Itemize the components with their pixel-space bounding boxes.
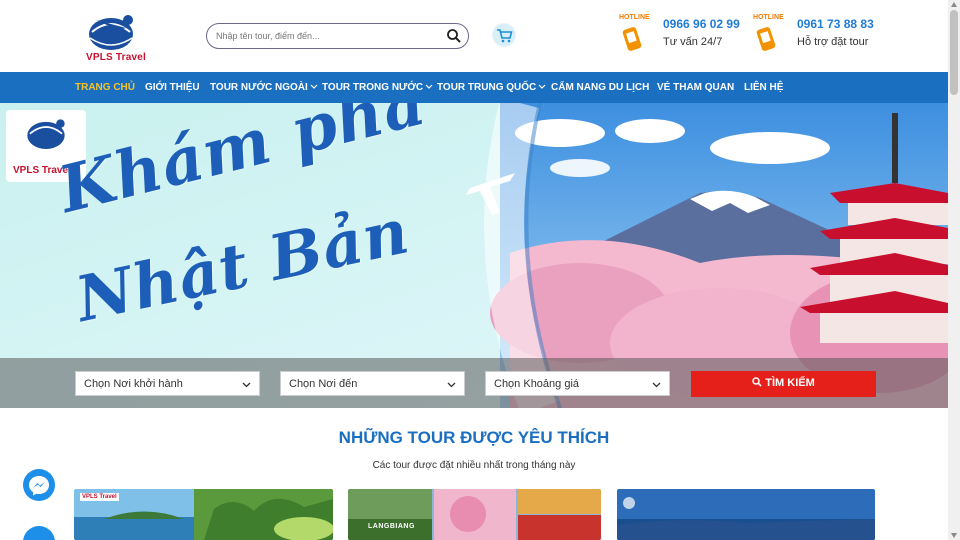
destination-select[interactable]: Chọn Nơi đến bbox=[280, 371, 465, 396]
section-subtitle: Các tour được đặt nhiều nhất trong tháng… bbox=[372, 460, 576, 471]
chat-button[interactable] bbox=[23, 526, 55, 540]
departure-select[interactable]: Chọn Nơi khởi hành bbox=[75, 371, 260, 396]
hotline-desc: Tư vấn 24/7 bbox=[663, 36, 723, 48]
main-nav: TRANG CHỦ GIỚI THIỆU TOUR NƯỚC NGOÀI TOU… bbox=[0, 72, 948, 103]
nav-label: TOUR TRONG NƯỚC bbox=[322, 82, 424, 93]
search-tour-button-label: TÌM KIẾM bbox=[765, 377, 815, 389]
scroll-down-icon[interactable] bbox=[951, 533, 957, 538]
nav-label: GIỚI THIỆU bbox=[145, 82, 200, 93]
search-box bbox=[206, 23, 469, 49]
site-header: VPLS Travel HOTLINE 0966 96 02 99 Tư vấn… bbox=[0, 0, 948, 72]
nav-label: TRANG CHỦ bbox=[75, 82, 135, 93]
tour-card[interactable] bbox=[617, 489, 875, 540]
section-title: NHỮNG TOUR ĐƯỢC YÊU THÍCH bbox=[338, 428, 610, 447]
nav-item-contact[interactable]: LIÊN HỆ bbox=[744, 82, 783, 93]
nav-item-international-tours[interactable]: TOUR NƯỚC NGOÀI bbox=[210, 82, 318, 93]
nav-item-domestic-tours[interactable]: TOUR TRONG NƯỚC bbox=[322, 82, 433, 93]
messenger-button[interactable] bbox=[23, 469, 55, 501]
phone-icon bbox=[756, 27, 776, 51]
hotline-label: HOTLINE bbox=[619, 14, 650, 21]
tour-card[interactable]: VPLS Travel bbox=[74, 489, 333, 540]
messenger-icon bbox=[29, 476, 49, 496]
chevron-down-icon bbox=[538, 84, 546, 89]
nav-item-home[interactable]: TRANG CHỦ bbox=[75, 82, 135, 93]
chevron-down-icon bbox=[242, 382, 251, 388]
cart-icon[interactable] bbox=[492, 23, 516, 47]
hotline-number[interactable]: 0961 73 88 83 bbox=[797, 17, 874, 31]
phone-icon bbox=[622, 27, 642, 51]
tour-card[interactable]: LANGBIANG bbox=[348, 489, 601, 540]
nav-item-china-tours[interactable]: TOUR TRUNG QUỐC bbox=[437, 82, 546, 93]
tour-card-image bbox=[348, 489, 601, 540]
nav-label: TOUR TRUNG QUỐC bbox=[437, 82, 537, 93]
hotline-label: HOTLINE bbox=[753, 14, 784, 21]
logo-text: VPLS Travel bbox=[86, 52, 147, 63]
chevron-down-icon bbox=[652, 382, 661, 388]
search-icon[interactable] bbox=[446, 28, 462, 44]
departure-select-value: Chọn Nơi khởi hành bbox=[84, 378, 183, 390]
price-select-value: Chọn Khoảng giá bbox=[494, 378, 580, 390]
nav-label: TOUR NƯỚC NGOÀI bbox=[210, 82, 308, 93]
nav-item-tickets[interactable]: VÉ THAM QUAN bbox=[657, 82, 734, 93]
destination-select-value: Chọn Nơi đến bbox=[289, 378, 358, 390]
chevron-down-icon bbox=[447, 382, 456, 388]
nav-label: VÉ THAM QUAN bbox=[657, 82, 735, 93]
search-icon bbox=[752, 377, 762, 387]
search-input[interactable] bbox=[216, 28, 436, 44]
hotline-number[interactable]: 0966 96 02 99 bbox=[663, 17, 740, 31]
tour-card-image bbox=[617, 489, 875, 540]
scrollbar-thumb[interactable] bbox=[950, 10, 958, 95]
chevron-down-icon bbox=[310, 84, 318, 89]
card-logo-text: VPLS Travel bbox=[80, 493, 119, 501]
chevron-down-icon bbox=[425, 84, 433, 89]
search-tour-button[interactable]: TÌM KIẾM bbox=[691, 371, 876, 397]
nav-item-about[interactable]: GIỚI THIỆU bbox=[145, 82, 200, 93]
nav-label: CẨM NANG DU LỊCH bbox=[551, 82, 650, 93]
price-select[interactable]: Chọn Khoảng giá bbox=[485, 371, 670, 396]
scroll-up-icon[interactable] bbox=[951, 2, 957, 7]
nav-label: LIÊN HỆ bbox=[744, 82, 784, 93]
hotline-desc: Hỗ trợ đặt tour bbox=[797, 36, 869, 48]
scrollbar[interactable] bbox=[948, 0, 960, 540]
card-label: LANGBIANG bbox=[368, 523, 415, 530]
nav-item-travel-guide[interactable]: CẨM NANG DU LỊCH bbox=[551, 82, 649, 93]
